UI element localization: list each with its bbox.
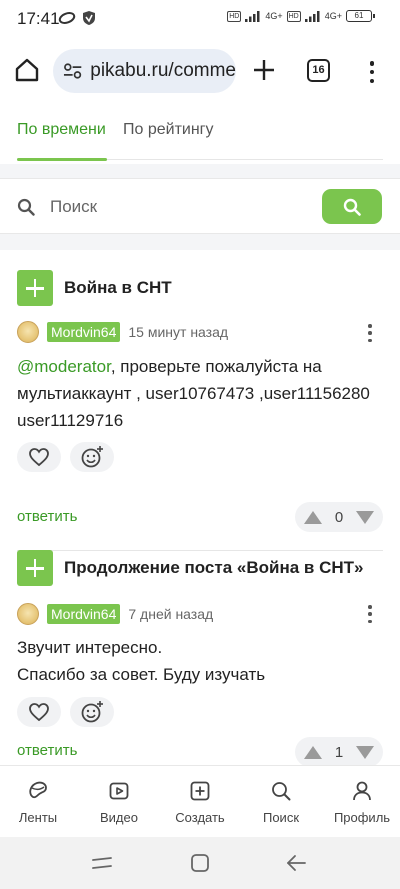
- comment-rating: 1: [334, 743, 344, 761]
- upvote-icon[interactable]: [304, 745, 322, 759]
- comment-time: 7 дней назад: [128, 606, 214, 622]
- avatar[interactable]: [17, 321, 39, 343]
- tab-by-rating[interactable]: По рейтингу: [123, 121, 214, 139]
- signal-icon: [245, 11, 260, 22]
- post-title[interactable]: Продолжение поста «Война в СНТ»: [64, 558, 363, 578]
- url-text: pikabu.ru/comme: [90, 60, 236, 81]
- home-icon: [15, 58, 39, 82]
- comment-more-button[interactable]: [366, 324, 374, 342]
- video-icon: [109, 782, 129, 800]
- emoji-add-icon: [81, 701, 103, 723]
- author-nick[interactable]: Mordvin64: [47, 322, 121, 342]
- nav-item-video[interactable]: Видео: [84, 780, 154, 825]
- home-button[interactable]: [12, 55, 42, 85]
- signal-icon: [304, 11, 320, 22]
- vote-control: 1: [295, 737, 383, 765]
- expand-post-button[interactable]: [17, 270, 53, 306]
- profile-icon: [353, 781, 371, 801]
- status-time: 17:41: [17, 9, 60, 28]
- emoji-add-icon: [81, 446, 103, 468]
- author-nick[interactable]: Mordvin64: [47, 604, 121, 624]
- comment-more-button[interactable]: [366, 605, 374, 623]
- reply-link[interactable]: ответить: [17, 742, 77, 759]
- post-title[interactable]: Война в СНТ: [64, 278, 172, 298]
- hd-indicator: HD: [286, 10, 301, 22]
- create-icon: [190, 781, 210, 801]
- downvote-icon[interactable]: [356, 745, 374, 759]
- battery-icon: 61: [346, 10, 375, 22]
- search-input[interactable]: [42, 191, 302, 223]
- nav-label: Создать: [175, 810, 225, 825]
- avatar[interactable]: [17, 603, 39, 625]
- nav-item-create[interactable]: Создать: [165, 780, 235, 825]
- react-button[interactable]: [70, 442, 114, 472]
- comment-time: 15 минут назад: [128, 324, 229, 340]
- nav-label: Поиск: [262, 810, 300, 825]
- browser-toolbar: pikabu.ru/comme 16: [0, 40, 400, 102]
- search-bar: [0, 178, 400, 234]
- nav-item-search[interactable]: Поиск: [246, 780, 316, 825]
- new-tab-button[interactable]: [250, 56, 278, 84]
- save-comment-button[interactable]: [17, 442, 61, 472]
- active-tab-indicator: [17, 158, 107, 161]
- nav-label: Профиль: [333, 810, 391, 825]
- home-nav-icon[interactable]: [189, 852, 211, 874]
- search-icon: [343, 198, 361, 216]
- sort-tabs: По времени По рейтингу: [0, 102, 400, 164]
- expand-post-button[interactable]: [17, 550, 53, 586]
- post-header[interactable]: Продолжение поста «Война в СНТ»: [17, 550, 363, 586]
- save-comment-button[interactable]: [17, 697, 61, 727]
- react-button[interactable]: [70, 697, 114, 727]
- sync-icon: [58, 12, 76, 24]
- browser-menu-button[interactable]: [362, 58, 382, 86]
- tab-by-time[interactable]: По времени: [17, 121, 106, 139]
- search-button[interactable]: [322, 189, 382, 224]
- network-type: 4G+: [324, 11, 342, 21]
- nav-item-profile[interactable]: Профиль: [327, 780, 397, 825]
- feeds-icon: [29, 781, 47, 799]
- nav-item-feeds[interactable]: Ленты: [3, 780, 73, 825]
- status-bar: 17:41 HD 4G+ HD 4G+ 61: [0, 0, 400, 40]
- search-icon: [272, 782, 291, 801]
- system-navigation-bar: [0, 837, 400, 889]
- comments-feed: Война в СНТ Mordvin64 15 минут назад @mo…: [0, 250, 400, 765]
- address-bar[interactable]: pikabu.ru/comme: [53, 49, 236, 93]
- comment-rating: 0: [334, 508, 344, 526]
- reply-link[interactable]: ответить: [17, 508, 77, 525]
- nav-label: Видео: [100, 810, 138, 825]
- heart-icon: [29, 448, 49, 467]
- downvote-icon[interactable]: [356, 510, 374, 524]
- vote-control: 0: [295, 502, 383, 532]
- shield-icon: [83, 11, 95, 25]
- heart-icon: [29, 703, 49, 722]
- network-type: 4G+: [265, 11, 283, 21]
- hd-indicator: HD: [227, 10, 242, 22]
- tab-switcher-button[interactable]: 16: [307, 59, 330, 82]
- comment-text: @moderator, проверьте пожалуйста на муль…: [17, 357, 370, 430]
- bottom-navigation: Ленты Видео Создать Поиск Профиль: [0, 765, 400, 837]
- recent-apps-icon[interactable]: [91, 852, 113, 874]
- upvote-icon[interactable]: [304, 510, 322, 524]
- nav-label: Ленты: [18, 810, 58, 825]
- comment-text: Звучит интересно. Спасибо за совет. Буду…: [17, 638, 266, 684]
- back-icon[interactable]: [285, 852, 307, 874]
- plus-icon: [254, 60, 274, 80]
- comment-author-row: Mordvin64 15 минут назад: [17, 321, 228, 343]
- site-settings-icon[interactable]: [63, 62, 82, 80]
- post-header[interactable]: Война в СНТ: [17, 270, 172, 306]
- comment-author-row: Mordvin64 7 дней назад: [17, 603, 213, 625]
- mention-link[interactable]: @moderator: [17, 357, 111, 376]
- search-icon: [17, 198, 35, 216]
